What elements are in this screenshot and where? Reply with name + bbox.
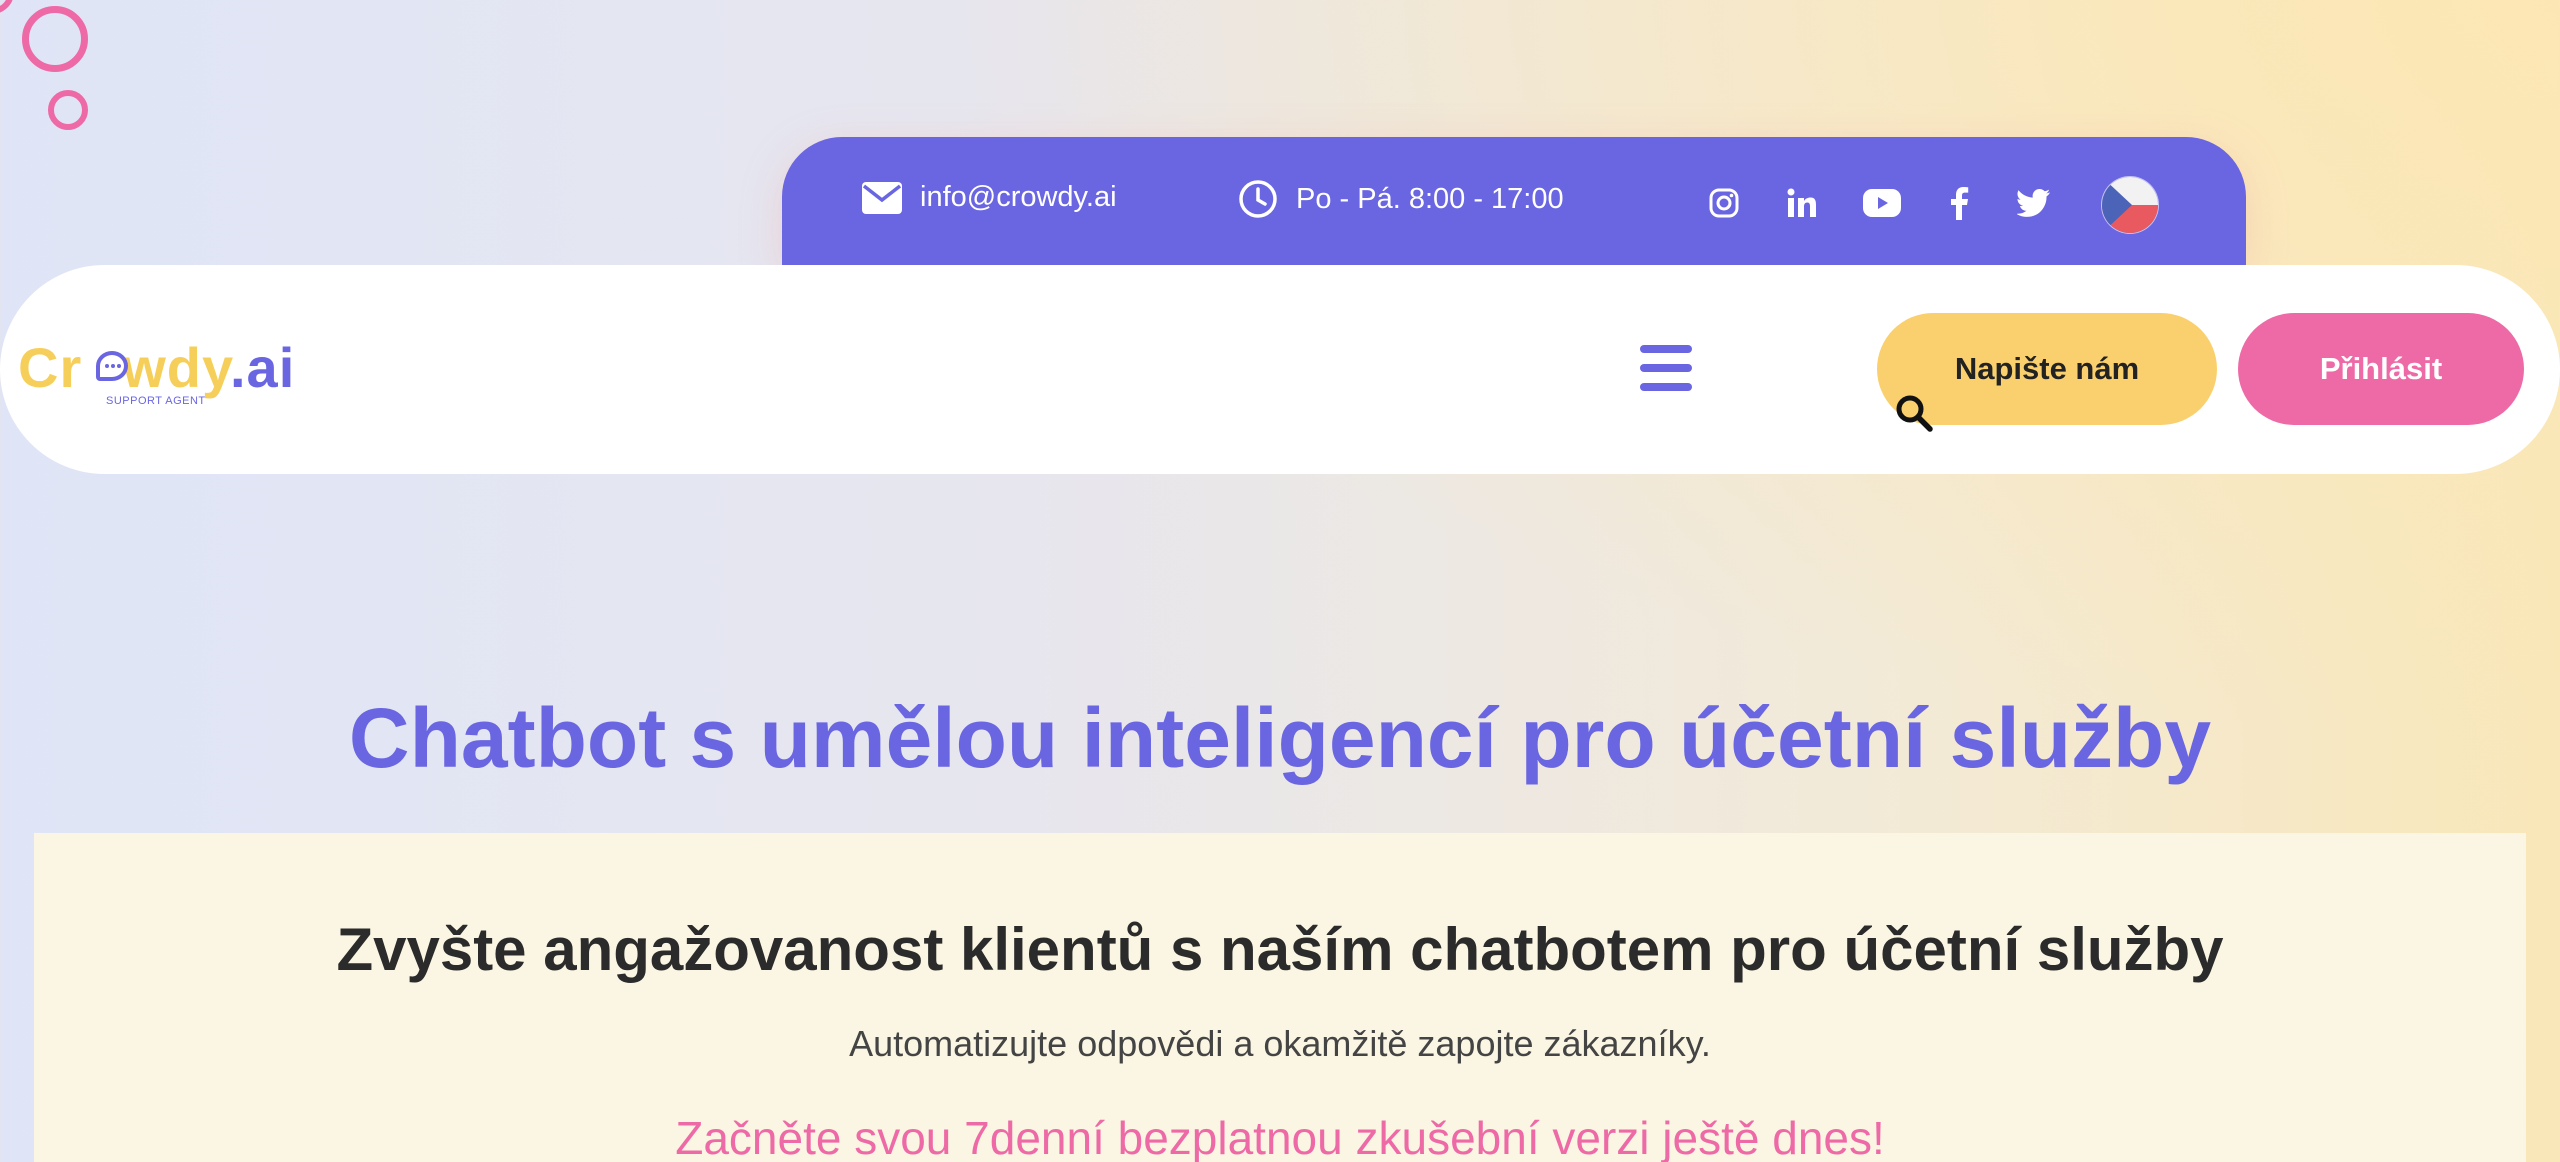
facebook-icon[interactable] <box>1939 183 1979 223</box>
czech-flag-icon[interactable] <box>2102 177 2158 233</box>
clock-icon <box>1238 179 1278 219</box>
envelope-icon <box>862 181 902 214</box>
youtube-icon[interactable] <box>1862 183 1902 223</box>
hero-panel: Zvyšte angažovanost klientů s naším chat… <box>34 833 2526 1162</box>
decorative-circle <box>22 6 88 72</box>
login-button[interactable]: Přihlásit <box>2238 313 2524 425</box>
panel-heading: Zvyšte angažovanost klientů s naším chat… <box>336 916 2224 983</box>
chat-bubble-icon <box>96 351 128 381</box>
crowdy-logo[interactable]: Cr wdy.ai SUPPORT AGENT <box>18 335 308 407</box>
hamburger-menu-icon[interactable] <box>1640 345 1692 391</box>
trial-call-to-action: Začněte svou 7denní bezplatnou zkušební … <box>675 1112 1885 1162</box>
decorative-circle <box>48 90 88 130</box>
decorative-circle <box>0 0 14 14</box>
search-icon[interactable] <box>1894 393 1934 433</box>
linkedin-icon[interactable] <box>1782 183 1822 223</box>
logo-tagline: SUPPORT AGENT <box>106 395 206 407</box>
instagram-icon[interactable] <box>1704 183 1744 223</box>
panel-subtitle: Automatizujte odpovědi a okamžitě zapojt… <box>849 1023 1711 1064</box>
opening-hours: Po - Pá. 8:00 - 17:00 <box>1238 179 1564 219</box>
twitter-icon[interactable] <box>2014 183 2054 223</box>
main-navigation: Cr wdy.ai SUPPORT AGENT Napište nám Přihl… <box>0 265 2560 474</box>
page-title: Chatbot s umělou inteligencí pro účetní … <box>348 691 2212 785</box>
contact-bar: info@crowdy.ai Po - Pá. 8:00 - 17:00 <box>782 137 2246 265</box>
logo-wordmark: Cr wdy.ai <box>18 336 296 399</box>
email-label[interactable]: info@crowdy.ai <box>920 181 1117 214</box>
email-contact[interactable]: info@crowdy.ai <box>862 181 1117 214</box>
hours-label: Po - Pá. 8:00 - 17:00 <box>1296 182 1564 215</box>
